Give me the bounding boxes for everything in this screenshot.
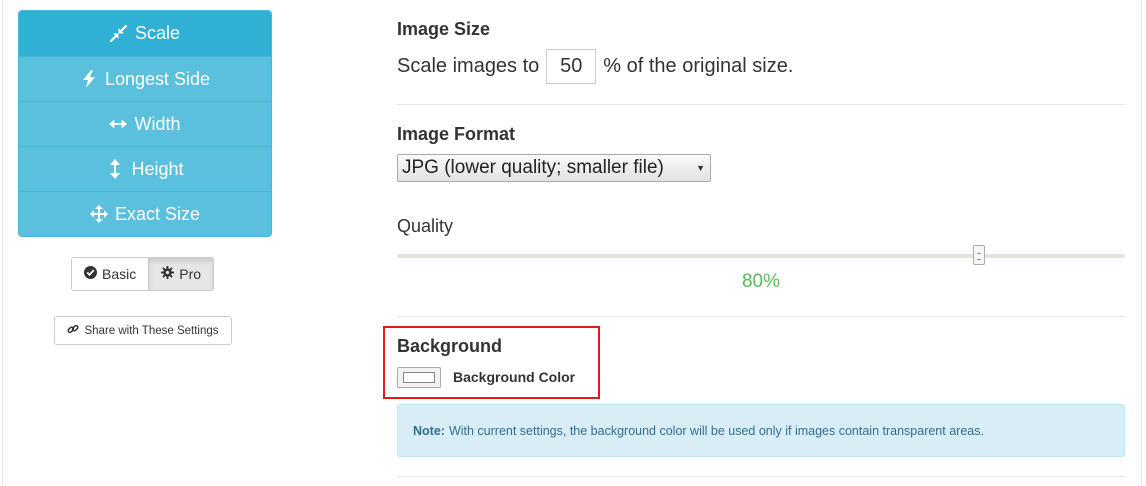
quality-title: Quality: [397, 216, 454, 236]
divider: [397, 104, 1125, 105]
mode-width-button[interactable]: Width: [19, 101, 271, 146]
background-color-label: Background Color: [453, 369, 576, 385]
pro-button[interactable]: Pro: [148, 258, 214, 290]
background-color-swatch: [403, 372, 435, 383]
scale-suffix: % of the original size.: [603, 55, 794, 77]
check-circle-icon: [84, 266, 97, 282]
quality-value: 80%: [741, 271, 781, 292]
mode-width-label: Width: [134, 113, 181, 134]
divider: [397, 476, 1125, 477]
mode-exact-size-button[interactable]: Exact Size: [19, 191, 271, 236]
quality-slider-handle[interactable]: [973, 245, 986, 265]
image-size-title: Image Size: [397, 19, 491, 39]
basic-pro-toggle: Basic Pro: [71, 257, 215, 291]
image-format-select[interactable]: JPG (lower quality; smaller file) ▼: [397, 154, 711, 182]
basic-button[interactable]: Basic: [72, 258, 149, 290]
right-border: [1141, 0, 1142, 486]
mode-height-button[interactable]: Height: [19, 146, 271, 191]
mode-scale-label: Scale: [134, 23, 181, 43]
scale-percent-input[interactable]: [546, 49, 597, 84]
pro-label: Pro: [179, 266, 202, 282]
image-format-selected: JPG (lower quality; smaller file): [402, 157, 664, 178]
note-text: With current settings, the background co…: [448, 423, 984, 438]
link-icon: [67, 323, 80, 338]
mode-scale-button[interactable]: Scale: [19, 11, 271, 56]
move-arrows-icon: [89, 205, 108, 223]
mode-longest-side-label: Longest Side: [104, 68, 211, 89]
resize-mode-list: Scale Longest Side Width Height Exact Si…: [18, 10, 272, 237]
share-settings-label: Share with These Settings: [84, 324, 219, 337]
gear-icon: [161, 266, 175, 282]
dropdown-caret-icon: ▼: [696, 163, 705, 173]
background-title: Background: [397, 336, 503, 356]
mode-height-label: Height: [131, 158, 184, 179]
mode-exact-size-label: Exact Size: [114, 203, 201, 224]
basic-label: Basic: [102, 266, 137, 282]
compress-arrows-icon: [110, 25, 128, 43]
mode-longest-side-button[interactable]: Longest Side: [19, 56, 271, 101]
bolt-icon: [80, 70, 98, 88]
note-prefix: Note:: [413, 423, 445, 438]
scale-row: Scale images to % of the original size.: [397, 49, 793, 84]
horizontal-arrows-icon: [109, 115, 128, 133]
vertical-arrows-icon: [106, 159, 124, 179]
note-alert: Note: With current settings, the backgro…: [397, 404, 1125, 457]
background-color-picker[interactable]: [397, 367, 441, 388]
quality-slider[interactable]: [397, 245, 1125, 265]
image-format-title: Image Format: [397, 124, 516, 144]
scale-prefix: Scale images to: [397, 55, 540, 77]
left-border: [2, 0, 3, 486]
divider: [397, 316, 1125, 317]
share-settings-button[interactable]: Share with These Settings: [54, 316, 232, 345]
